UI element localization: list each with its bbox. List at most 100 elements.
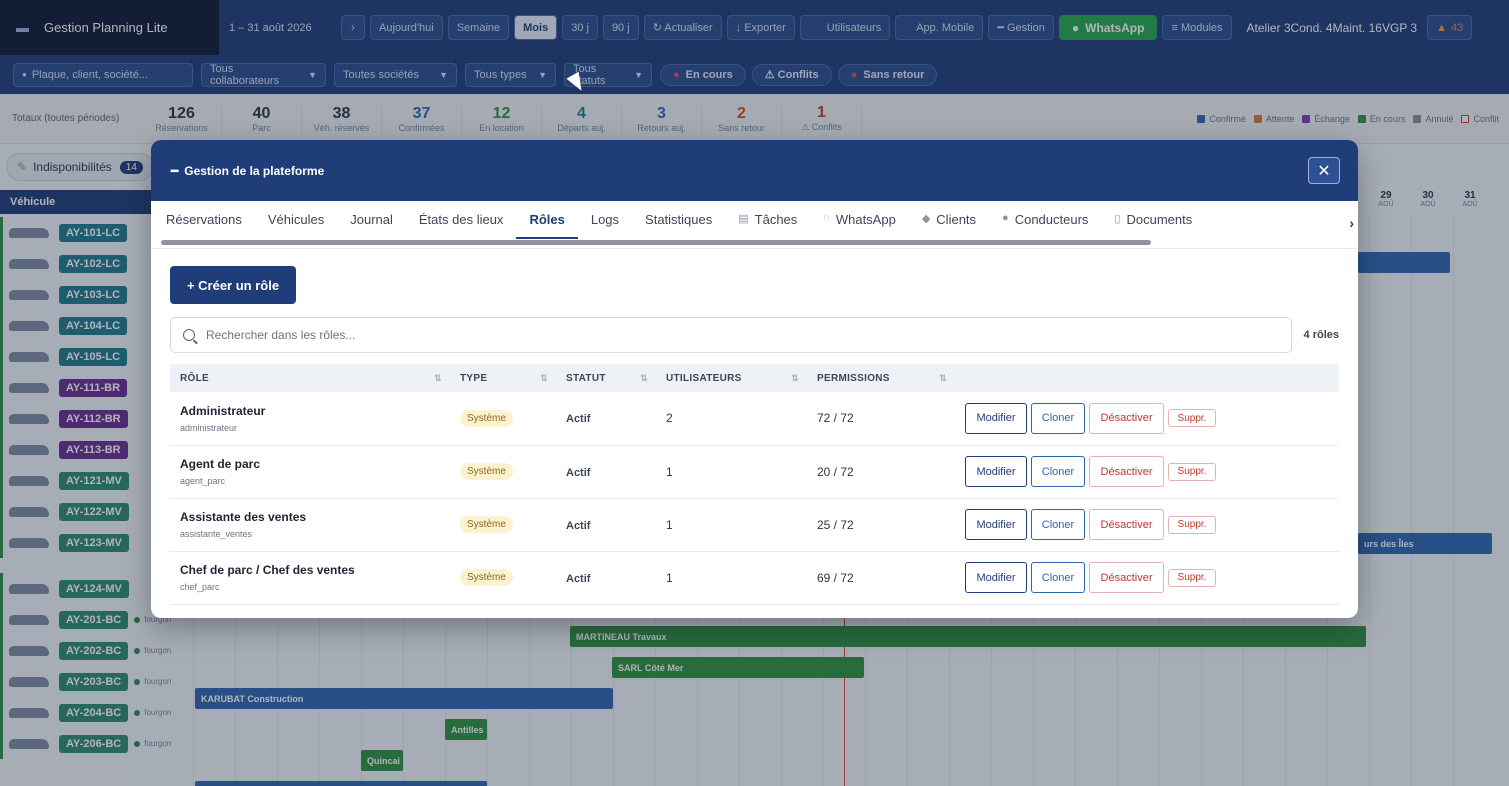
close-button[interactable]: ✕ (1308, 157, 1340, 184)
tab-label: Logs (590, 212, 620, 227)
col-permissions[interactable]: PERMISSIONS ⇅ (807, 364, 955, 392)
col-status-label: STATUT (566, 372, 606, 384)
users-cell: 1 (666, 570, 673, 585)
deactivate-button[interactable]: Désactiver (1089, 562, 1164, 593)
row-actions: Modifier Cloner Désactiver Suppr. (965, 402, 1339, 434)
modify-button[interactable]: Modifier (965, 402, 1027, 434)
role-cell: Administrateur administrateur (170, 392, 450, 445)
delete-button[interactable]: Suppr. (1168, 462, 1216, 481)
tab-whatsapp[interactable]: ◌ WhatsApp (810, 201, 909, 239)
tab-icon: ▤ (738, 213, 749, 225)
sort-icon: ⇅ (939, 372, 947, 383)
tab-documents[interactable]: ▯ Documents (1101, 201, 1205, 239)
tab-t-ches[interactable]: ▤ Tâches (725, 201, 810, 239)
role-slug: agent_parc (180, 476, 226, 486)
deactivate-button[interactable]: Désactiver (1089, 402, 1164, 434)
deactivate-button[interactable]: Désactiver (1089, 456, 1164, 487)
status-cell: Actif (556, 551, 656, 604)
modal-tabs: Réservations Véhicules Journal États des li… (151, 201, 1358, 249)
delete-button[interactable]: Suppr. (1168, 515, 1216, 534)
clone-button[interactable]: Cloner (1031, 562, 1085, 593)
table-row: Agent de parc agent_parc Système Actif 1 20 /… (170, 445, 1339, 498)
tab-label: Réservations (166, 212, 242, 227)
role-slug: assistante_ventes (180, 529, 253, 539)
col-status[interactable]: STATUT ⇅ (556, 364, 656, 392)
type-badge: Système (460, 463, 513, 480)
actions-cell: Modifier Cloner Désactiver Suppr. (955, 551, 1339, 604)
role-cell: Assistante des ventes assistante_ventes (170, 498, 450, 551)
role-name: Administrateur (180, 403, 266, 418)
table-row: Administrateur administrateur Système Actif… (170, 392, 1339, 445)
row-actions: Modifier Cloner Désactiver Suppr. (965, 456, 1339, 487)
actions-cell: Modifier Cloner Désactiver Suppr. (955, 392, 1339, 445)
tab-logs[interactable]: Logs (578, 201, 632, 239)
users-cell: 1 (666, 464, 673, 479)
col-type-label: TYPE (460, 372, 488, 384)
tab-r-les[interactable]: Rôles (516, 201, 578, 239)
sort-icon: ⇅ (791, 372, 799, 383)
col-role[interactable]: RÔLE ⇅ (170, 364, 450, 392)
modify-button[interactable]: Modifier (965, 562, 1027, 593)
tab-icon: ▯ (1114, 213, 1121, 225)
col-type[interactable]: TYPE ⇅ (450, 364, 556, 392)
col-role-label: RÔLE (180, 372, 209, 384)
type-badge: Système (460, 569, 513, 586)
deactivate-button[interactable]: Désactiver (1089, 509, 1164, 540)
role-name: Assistante des ventes (180, 510, 307, 524)
tab-conducteurs[interactable]: ● Conducteurs (989, 201, 1101, 239)
tab-statistiques[interactable]: Statistiques (632, 201, 725, 239)
tab-icon: ◌ (823, 212, 830, 224)
app-root: ▬ Gestion Planning Lite 1 – 31 août 2026… (0, 0, 1509, 786)
tab-label: Statistiques (645, 212, 713, 227)
tab-journal[interactable]: Journal (337, 201, 406, 239)
tab-label: WhatsApp (835, 212, 896, 227)
col-users-label: UTILISATEURS (666, 372, 742, 384)
status-text: Actif (566, 572, 591, 585)
tab-v-hicules[interactable]: Véhicules (255, 201, 337, 239)
modify-button[interactable]: Modifier (965, 509, 1027, 540)
tab-label: Clients (936, 212, 977, 227)
type-cell: Système (450, 392, 556, 445)
type-badge: Système (460, 409, 513, 427)
roles-panel: + Créer un rôle 4 rôles RÔLE ⇅ TYPE ⇅ STAT… (151, 249, 1358, 605)
row-actions: Modifier Cloner Désactiver Suppr. (965, 509, 1339, 540)
table-row: Chef de parc / Chef des ventes chef_parc S… (170, 551, 1339, 604)
dash-icon: ━ (171, 163, 179, 178)
status-text: Actif (566, 519, 591, 532)
status-text: Actif (566, 466, 591, 479)
clone-button[interactable]: Cloner (1031, 456, 1085, 487)
tab-icon: ◆ (921, 213, 931, 225)
tab--tats-des-lieux[interactable]: États des lieux (406, 201, 517, 239)
tab-label: Conducteurs (1014, 212, 1089, 227)
role-cell: Chef de parc / Chef des ventes chef_parc (170, 551, 450, 604)
tab-clients[interactable]: ◆ Clients (909, 201, 989, 239)
tabs-scrollbar[interactable] (161, 240, 1151, 245)
sort-icon: ⇅ (640, 372, 648, 383)
roles-search-row: 4 rôles (170, 317, 1339, 353)
permissions-cell: 69 / 72 (817, 570, 854, 585)
tab-label: États des lieux (418, 212, 504, 227)
roles-search-input[interactable] (206, 328, 1106, 342)
tab-label: Rôles (529, 212, 565, 227)
col-users[interactable]: UTILISATEURS ⇅ (656, 364, 807, 392)
status-cell: Actif (556, 445, 656, 498)
tab-label: Véhicules (267, 212, 325, 227)
sort-icon: ⇅ (540, 372, 548, 383)
roles-search-field[interactable] (170, 317, 1292, 353)
type-cell: Système (450, 498, 556, 551)
table-header-row: RÔLE ⇅ TYPE ⇅ STATUT ⇅ UTILISATEURS ⇅ PERMIS… (170, 364, 1339, 392)
delete-button[interactable]: Suppr. (1168, 568, 1216, 587)
clone-button[interactable]: Cloner (1031, 509, 1085, 540)
tab-icon: ● (1002, 212, 1009, 224)
clone-button[interactable]: Cloner (1031, 402, 1085, 434)
actions-cell: Modifier Cloner Désactiver Suppr. (955, 445, 1339, 498)
create-role-button[interactable]: + Créer un rôle (170, 266, 296, 304)
modify-button[interactable]: Modifier (965, 456, 1027, 487)
role-name: Agent de parc (180, 457, 261, 471)
sort-icon: ⇅ (434, 372, 442, 383)
role-slug: chef_parc (180, 582, 220, 592)
permissions-cell: 25 / 72 (817, 517, 854, 532)
tab-r-servations[interactable]: Réservations (153, 201, 255, 239)
delete-button[interactable]: Suppr. (1168, 409, 1216, 428)
chevron-right-icon[interactable]: › (1349, 215, 1354, 231)
